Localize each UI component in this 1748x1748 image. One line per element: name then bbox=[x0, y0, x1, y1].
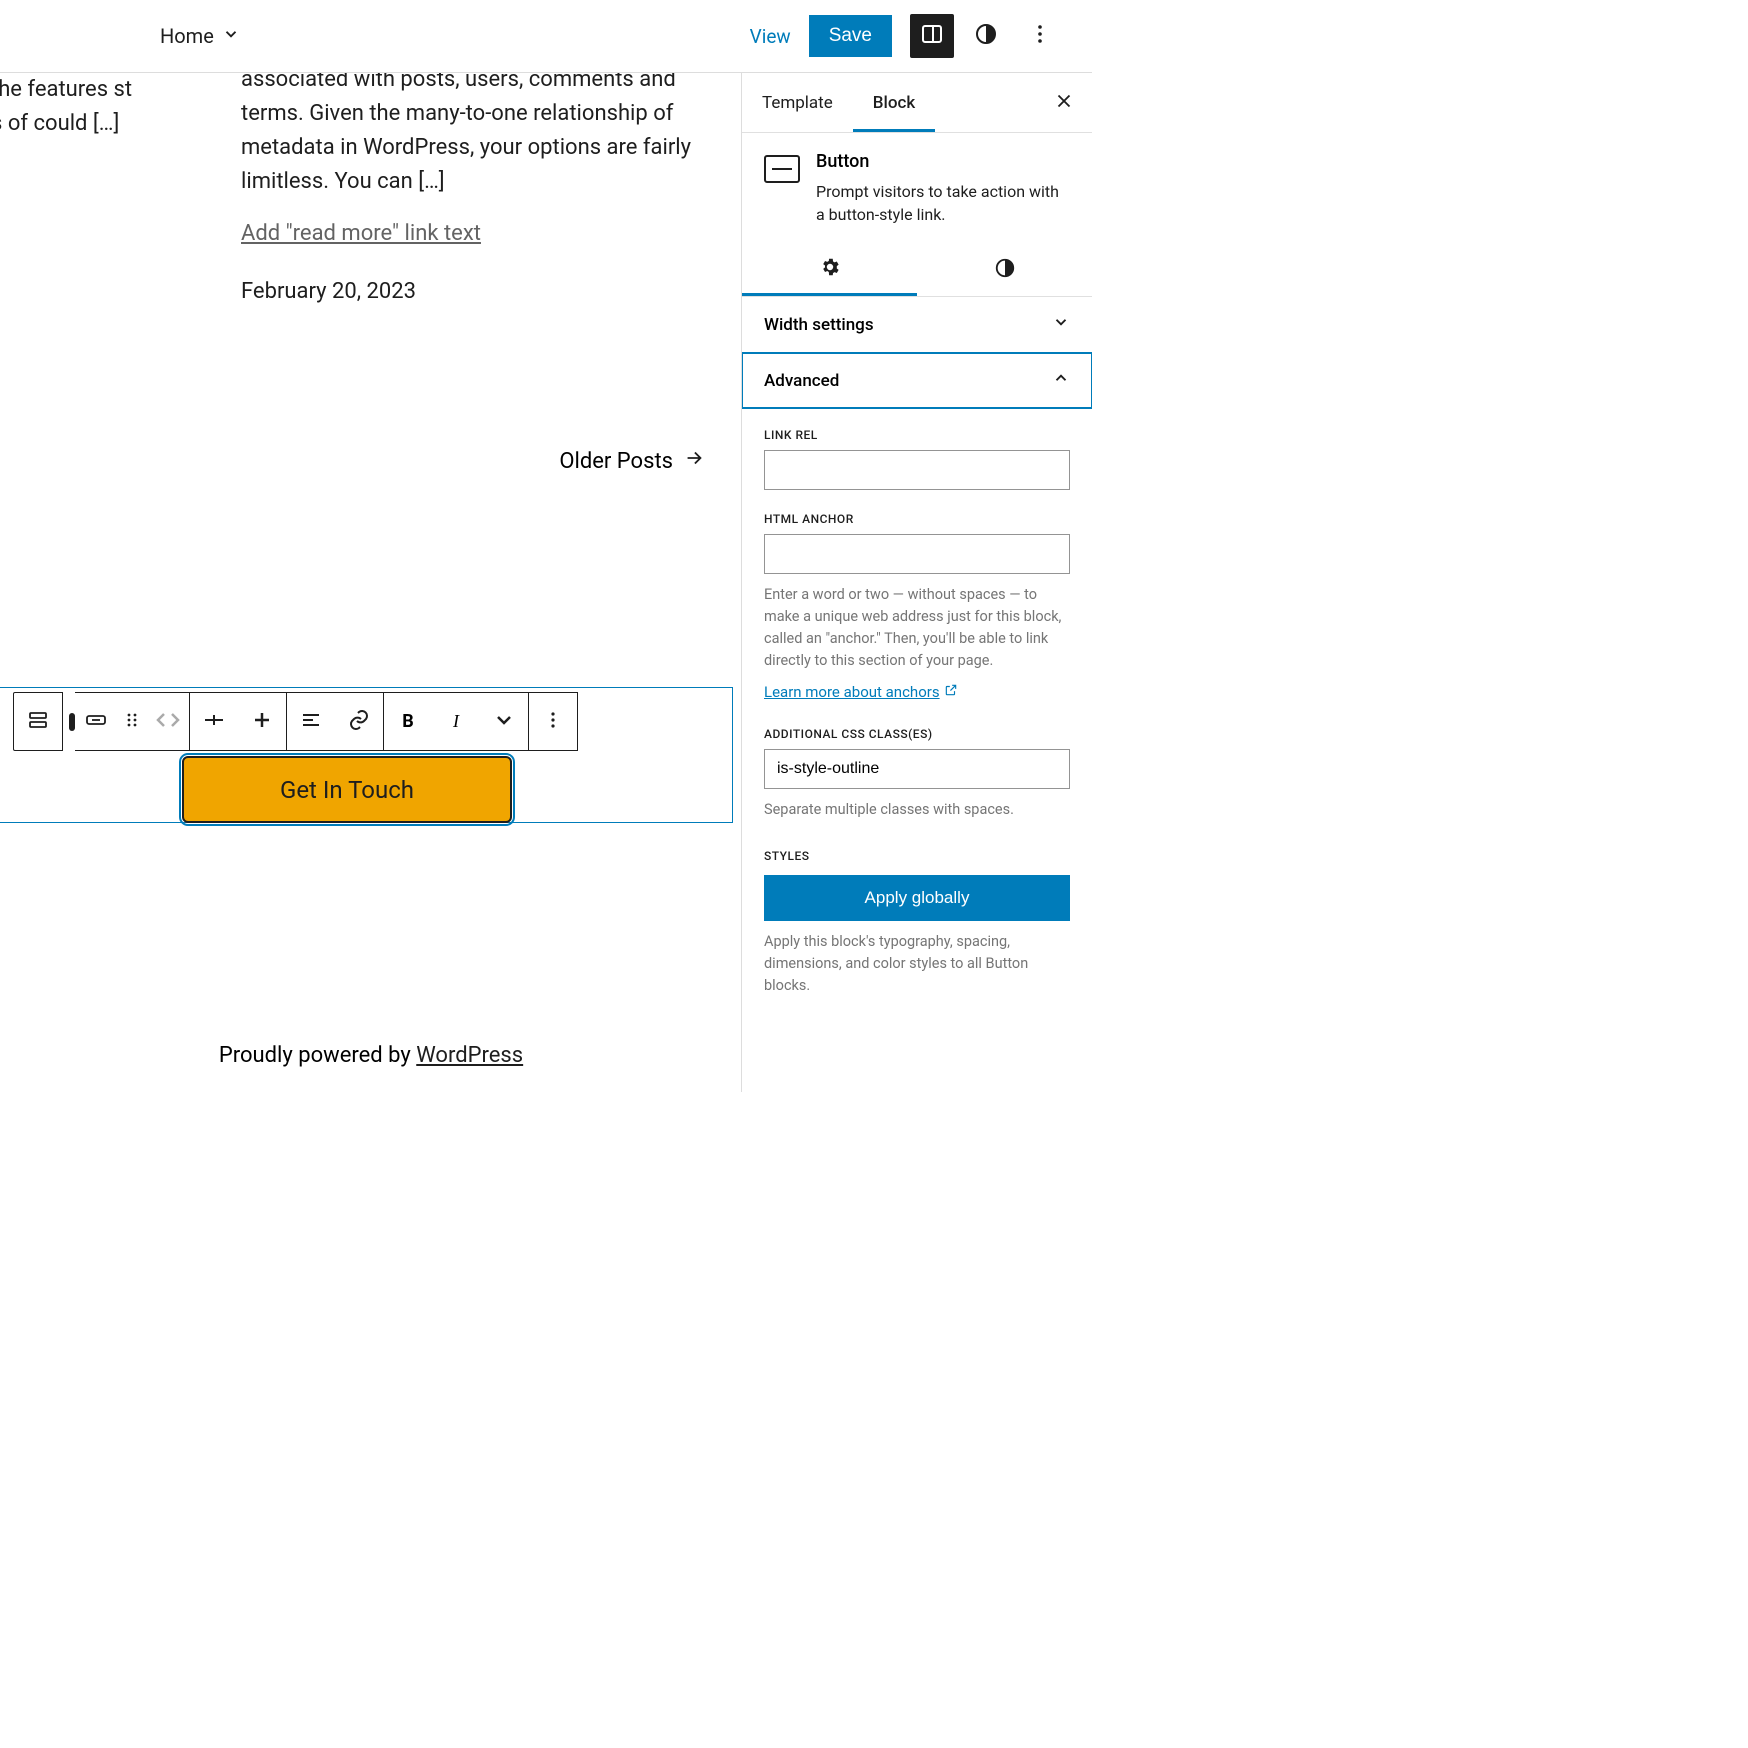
link-icon bbox=[347, 708, 371, 736]
tab-block[interactable]: Block bbox=[853, 73, 935, 132]
learn-anchors-label: Learn more about anchors bbox=[764, 683, 940, 701]
sidebar-toggle-button[interactable] bbox=[910, 14, 954, 58]
move-right-button bbox=[159, 693, 189, 750]
buttons-icon bbox=[26, 708, 50, 736]
styles-label: STYLES bbox=[764, 849, 1070, 863]
select-parent-button[interactable] bbox=[14, 693, 62, 750]
link-rel-label: LINK REL bbox=[764, 428, 1070, 442]
plus-icon bbox=[250, 708, 274, 736]
chevron-down-icon bbox=[222, 24, 240, 48]
css-help-text: Separate multiple classes with spaces. bbox=[764, 799, 1070, 821]
button-block[interactable]: Get In Touch bbox=[182, 756, 512, 823]
italic-button[interactable]: I bbox=[432, 693, 480, 750]
text-align-button[interactable] bbox=[287, 693, 335, 750]
kebab-icon bbox=[541, 708, 565, 736]
contrast-icon bbox=[974, 22, 998, 50]
link-button[interactable] bbox=[335, 693, 383, 750]
more-rich-text-button[interactable] bbox=[480, 693, 528, 750]
older-posts-link[interactable]: Older Posts bbox=[559, 447, 705, 475]
tab-template[interactable]: Template bbox=[742, 73, 853, 132]
block-desc: Prompt visitors to take action with a bu… bbox=[816, 180, 1070, 226]
block-toolbar: B I bbox=[13, 692, 578, 751]
panel-label: Advanced bbox=[764, 371, 839, 391]
italic-icon: I bbox=[453, 711, 459, 732]
settings-subtab[interactable] bbox=[742, 244, 917, 296]
gear-icon bbox=[819, 256, 841, 282]
post-date: February 20, 2023 bbox=[241, 275, 711, 309]
apply-globally-button[interactable]: Apply globally bbox=[764, 875, 1070, 921]
panel-advanced[interactable]: Advanced bbox=[742, 353, 1092, 408]
block-options-button[interactable] bbox=[529, 693, 577, 750]
post-excerpt: associated with posts, users, comments a… bbox=[241, 73, 711, 199]
chevron-right-icon bbox=[162, 708, 186, 736]
styles-toggle-button[interactable] bbox=[964, 14, 1008, 58]
html-anchor-label: HTML ANCHOR bbox=[764, 512, 1070, 526]
footer-link[interactable]: WordPress bbox=[416, 1043, 523, 1068]
home-nav[interactable]: Home bbox=[160, 24, 240, 48]
apply-help-text: Apply this block's typography, spacing, … bbox=[764, 931, 1070, 996]
align-left-icon bbox=[299, 708, 323, 736]
post-excerpt: test all the features st versions of cou… bbox=[0, 73, 200, 141]
block-type-button[interactable] bbox=[75, 693, 117, 750]
read-more-link[interactable]: Add "read more" link text bbox=[241, 217, 481, 251]
external-icon bbox=[944, 683, 958, 701]
more-options-button[interactable] bbox=[1018, 14, 1062, 58]
anchor-help-text: Enter a word or two — without spaces — t… bbox=[764, 584, 1070, 671]
home-label: Home bbox=[160, 24, 214, 48]
button-icon bbox=[84, 708, 108, 736]
block-title: Button bbox=[816, 151, 1070, 172]
plus-wide-icon bbox=[202, 708, 226, 736]
site-footer: Proudly powered by WordPress bbox=[0, 1043, 742, 1068]
layout-icon bbox=[920, 22, 944, 50]
chevron-down-icon bbox=[1052, 313, 1070, 336]
contrast-icon bbox=[994, 257, 1016, 283]
link-rel-input[interactable] bbox=[764, 450, 1070, 490]
button-block-text: Get In Touch bbox=[280, 776, 414, 804]
html-anchor-input[interactable] bbox=[764, 534, 1070, 574]
drag-icon bbox=[120, 708, 144, 736]
button-icon bbox=[764, 155, 800, 183]
bold-button[interactable]: B bbox=[384, 693, 432, 750]
align-button[interactable] bbox=[190, 693, 238, 750]
footer-text: Proudly powered by bbox=[219, 1043, 416, 1068]
close-sidebar-button[interactable] bbox=[1044, 90, 1084, 116]
drag-handle[interactable] bbox=[117, 693, 147, 750]
view-link[interactable]: View bbox=[750, 25, 791, 48]
chevron-down-icon bbox=[492, 708, 516, 736]
css-classes-label: ADDITIONAL CSS CLASS(ES) bbox=[764, 727, 1070, 741]
styles-subtab[interactable] bbox=[917, 244, 1092, 296]
older-posts-label: Older Posts bbox=[559, 449, 673, 474]
kebab-icon bbox=[1028, 22, 1052, 50]
save-button[interactable]: Save bbox=[809, 15, 892, 57]
css-classes-input[interactable] bbox=[764, 749, 1070, 789]
learn-anchors-link[interactable]: Learn more about anchors bbox=[764, 683, 958, 701]
arrow-right-icon bbox=[683, 447, 705, 475]
chevron-up-icon bbox=[1052, 369, 1070, 392]
close-icon bbox=[1053, 90, 1075, 116]
bold-icon: B bbox=[402, 711, 414, 732]
justify-button[interactable] bbox=[238, 693, 286, 750]
panel-width-settings[interactable]: Width settings bbox=[742, 297, 1092, 353]
panel-label: Width settings bbox=[764, 315, 874, 335]
